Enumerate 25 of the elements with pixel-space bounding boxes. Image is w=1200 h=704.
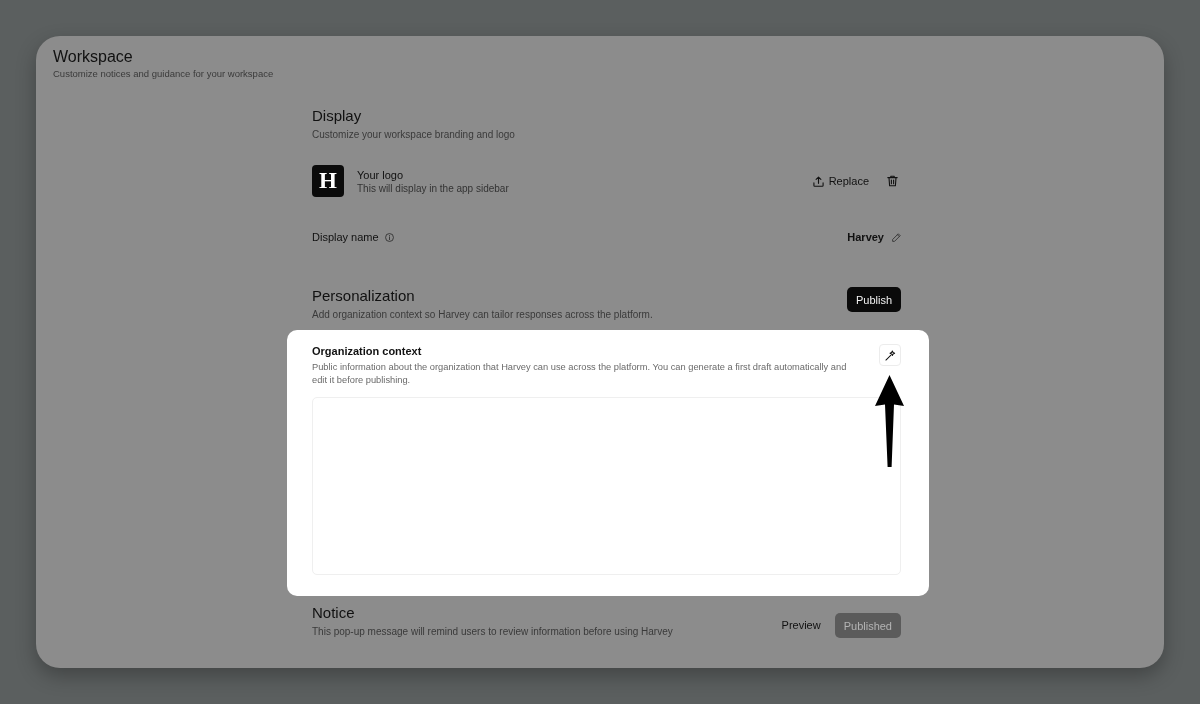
page-subtitle: Customize notices and guidance for your workspace	[53, 67, 275, 80]
trash-icon	[887, 175, 898, 187]
replace-button[interactable]: Replace	[809, 171, 872, 191]
section-description: This pop-up message will remind users to review information before using Harvey	[312, 625, 674, 639]
section-description: Add organization context so Harvey can tailor responses across the platform.	[312, 308, 654, 322]
section-description: Customize your workspace branding and logo	[312, 128, 516, 142]
context-field[interactable]	[312, 397, 901, 575]
publish-button[interactable]: Publish	[846, 287, 901, 312]
pencil-icon[interactable]	[892, 232, 901, 242]
logo-label: Your logo	[357, 167, 405, 182]
magic-wand-button[interactable]	[879, 344, 901, 366]
preview-button[interactable]: Preview	[770, 612, 832, 637]
logo-hint: This will display in the app sidebar	[357, 181, 510, 195]
section-heading: Notice	[312, 603, 356, 623]
display-name-value: Harvey	[847, 231, 884, 243]
display-name-label: Display name	[312, 231, 379, 243]
logo-tile: H	[312, 165, 344, 197]
magic-wand-icon	[884, 349, 896, 361]
panel-description: Public information about the organization that Harvey can use across the platform. You can generate a first draft automatically and edit it before publishing.	[312, 361, 848, 387]
info-icon	[384, 232, 394, 242]
section-heading: Personalization	[312, 286, 416, 306]
upload-icon	[812, 175, 824, 187]
page-title: Workspace	[53, 47, 134, 67]
section-heading: Display	[312, 106, 363, 126]
panel-title: Organization context	[312, 344, 423, 359]
